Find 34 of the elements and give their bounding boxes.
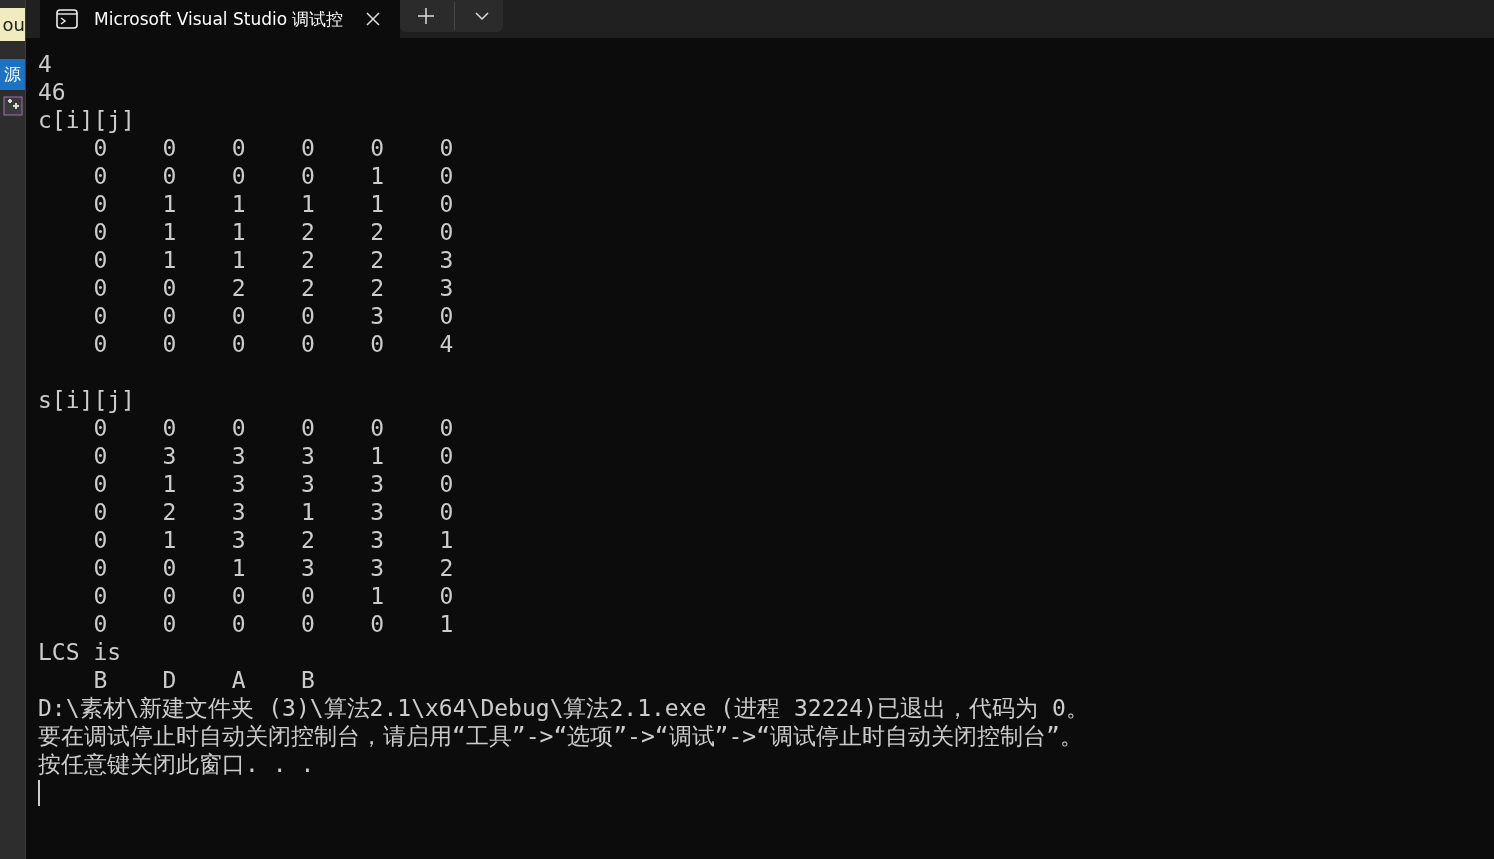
new-tab-icon[interactable]	[418, 8, 434, 24]
console-line: 0 1 1 2 2 0	[92, 218, 455, 246]
console-line: 按任意键关闭此窗口. . .	[38, 750, 316, 778]
console-line: D:\素材\新建文件夹 (3)\算法2.1\x64\Debug\算法2.1.exe (进程 32224)已退出，代码为 0。	[38, 694, 1090, 722]
terminal-tab[interactable]: Microsoft Visual Studio 调试控	[40, 0, 400, 38]
console-line: 0 0 0 0 0 4	[92, 330, 455, 358]
console-line: LCS is	[38, 638, 123, 666]
add-item-icon[interactable]	[3, 96, 23, 116]
console-line: 0 1 3 2 3 1	[92, 526, 455, 554]
console-line: 0 0 2 2 2 3	[92, 274, 455, 302]
tab-title: Microsoft Visual Studio 调试控	[94, 7, 345, 31]
console-line: 0 0 0 0 0 0	[92, 134, 455, 162]
console-line: c[i][j]	[38, 106, 136, 134]
console-line: 0 0 0 0 0 0	[92, 414, 455, 442]
file-tab[interactable]: 源	[0, 59, 25, 90]
console-icon	[56, 9, 78, 29]
console-line: 0 0 0 0 3 0	[92, 302, 455, 330]
console-line: 4	[38, 50, 53, 78]
dropdown-caret-icon[interactable]	[475, 11, 489, 21]
console-line: 46	[38, 78, 67, 106]
close-icon[interactable]	[366, 12, 380, 26]
console-line: 0 2 3 1 3 0	[92, 498, 455, 526]
console-line: 0 0 1 3 3 2	[92, 554, 455, 582]
tooltip-text: ou	[0, 8, 25, 41]
console-line: 0 0 0 0 1 0	[92, 162, 455, 190]
console-line: 要在调试停止时自动关闭控制台，请启用“工具”->“选项”->“调试”->“调试停止时自动关闭控制台”。	[38, 722, 1084, 750]
console-line: s[i][j]	[38, 386, 136, 414]
console-line: 0 1 1 1 1 0	[92, 190, 455, 218]
console-line: 0 0 0 0 1 0	[92, 582, 455, 610]
console-line: 0 1 3 3 3 0	[92, 470, 455, 498]
console-line: 0 0 0 0 0 1	[92, 610, 455, 638]
console-line: B D A B	[92, 666, 316, 694]
console-line: 0 3 3 3 1 0	[92, 442, 455, 470]
console-line: 0 1 1 2 2 3	[92, 246, 455, 274]
